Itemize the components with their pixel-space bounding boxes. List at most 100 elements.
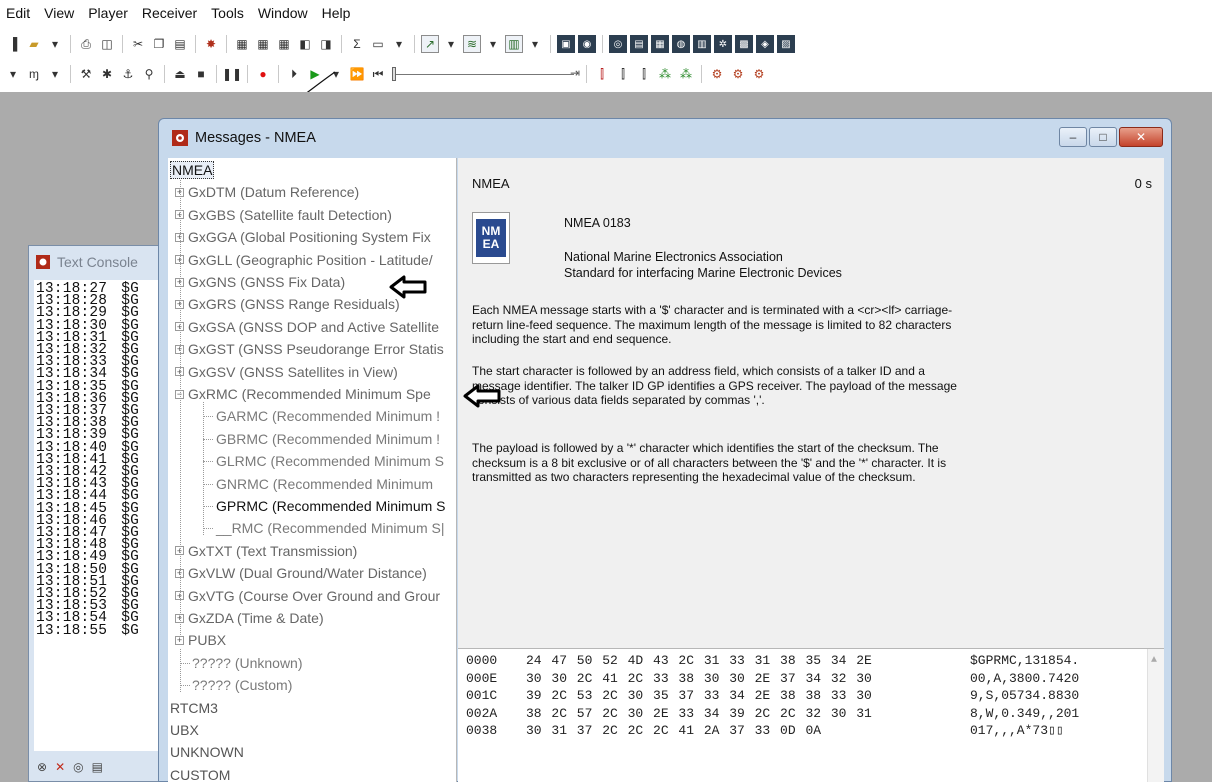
menu-receiver[interactable]: Receiver (142, 5, 197, 21)
scroll-up-icon[interactable]: ▲ (1151, 655, 1157, 666)
tree-child-item[interactable]: GBRMC (Recommended Minimum ! (216, 429, 440, 449)
settings-icon[interactable]: ◎ (73, 760, 83, 774)
tree-child-item[interactable]: ????? (Custom) (192, 675, 292, 695)
cold-icon[interactable]: ⫿ (635, 65, 653, 83)
docs3-icon[interactable]: ▦ (275, 35, 293, 53)
dark-view-icon[interactable]: ▣ (557, 35, 575, 53)
open-icon[interactable]: ▰ (25, 35, 43, 53)
hot-icon[interactable]: ⫿ (593, 65, 611, 83)
tree-root-item[interactable]: UNKNOWN (170, 742, 244, 762)
copy-icon[interactable]: ❐ (150, 35, 168, 53)
dropdown-icon[interactable]: ▾ (46, 35, 64, 53)
cut-icon[interactable]: ✂ (129, 35, 147, 53)
preview-icon[interactable]: ◫ (98, 35, 116, 53)
dark-view10-icon[interactable]: ◈ (756, 35, 774, 53)
dark-view8-icon[interactable]: ✲ (714, 35, 732, 53)
tool-icon[interactable]: ⚒ (77, 65, 95, 83)
record-icon[interactable]: ⊗ (37, 760, 47, 774)
dark-view2-icon[interactable]: ◉ (578, 35, 596, 53)
expand-icon[interactable]: + (175, 635, 184, 645)
dark-view4-icon[interactable]: ▤ (630, 35, 648, 53)
clear-icon[interactable]: ✕ (55, 760, 65, 774)
docs2-icon[interactable]: ▦ (254, 35, 272, 53)
menu-view[interactable]: View (44, 5, 74, 21)
menu-edit[interactable]: Edit (6, 5, 30, 21)
dropdown-icon[interactable]: ▾ (526, 35, 544, 53)
menu-help[interactable]: Help (322, 5, 351, 21)
gear-icon[interactable]: ⚙ (708, 65, 726, 83)
hex-dump-pane[interactable]: ▲ 0000 24 47 50 52 4D 43 2C 31 33 31 38 3… (458, 648, 1164, 782)
tree-item[interactable]: + GxVLW (Dual Ground/Water Distance) (175, 563, 427, 583)
tree-item[interactable]: + GxGGA (Global Positioning System Fix (175, 227, 431, 247)
tree-item[interactable]: + GxGSA (GNSS DOP and Active Satellite (175, 317, 439, 337)
dropdown-icon[interactable]: ▾ (484, 35, 502, 53)
fast-forward-icon[interactable]: ⏩ (348, 65, 366, 83)
dark-view6-icon[interactable]: ◍ (672, 35, 690, 53)
tree-item[interactable]: + GxGST (GNSS Pseudorange Error Statis (175, 339, 444, 359)
dropdown-icon[interactable]: ▾ (390, 35, 408, 53)
new-icon[interactable]: ▐ (4, 35, 22, 53)
tree-root-item[interactable]: RTCM3 (170, 698, 218, 718)
tree-item[interactable]: + GxTXT (Text Transmission) (175, 541, 357, 561)
dark-view7-icon[interactable]: ▥ (693, 35, 711, 53)
close-button[interactable]: ✕ (1119, 127, 1163, 147)
configure-icon[interactable]: ✸ (202, 35, 220, 53)
wave-icon[interactable]: ɱ (25, 65, 43, 83)
tree-child-item[interactable]: GARMC (Recommended Minimum ! (216, 406, 440, 426)
messages-titlebar[interactable]: Messages - NMEA (159, 119, 1171, 157)
chart3-icon[interactable]: ▥ (505, 35, 523, 53)
window-icon[interactable]: ▤ (92, 760, 103, 774)
skip-back-icon[interactable]: ⏮ (369, 65, 387, 83)
tree-child-item[interactable]: GNRMC (Recommended Minimum (216, 474, 433, 494)
panel-icon[interactable]: ▭ (369, 35, 387, 53)
view-split-icon[interactable]: ◧ (296, 35, 314, 53)
tree-child-item[interactable]: ????? (Unknown) (192, 653, 303, 673)
text-console-titlebar[interactable]: Text Console (29, 246, 177, 278)
dark-view3-icon[interactable]: ◎ (609, 35, 627, 53)
menu-window[interactable]: Window (258, 5, 308, 21)
print-icon[interactable]: ⎙ (77, 35, 95, 53)
view-panel-icon[interactable]: ◨ (317, 35, 335, 53)
tree-child-item[interactable]: GLRMC (Recommended Minimum S (216, 451, 444, 471)
tree-item[interactable]: + GxGRS (GNSS Range Residuals) (175, 294, 400, 314)
dropdown-icon[interactable]: ▾ (442, 35, 460, 53)
tree-root-item[interactable]: CUSTOM (170, 765, 230, 782)
tree-item[interactable]: + GxGLL (Geographic Position - Latitude/ (175, 250, 433, 270)
tree-item[interactable]: + GxGSV (GNSS Satellites in View) (175, 362, 398, 382)
tree-item[interactable]: + GxZDA (Time & Date) (175, 608, 324, 628)
text-console-body[interactable]: 13:18:27 $G 13:18:28 $G 13:18:29 $G 13:18:30 $G… (34, 280, 177, 751)
playback-slider[interactable]: ⇥ (390, 65, 580, 83)
slider-thumb[interactable] (392, 67, 396, 81)
menu-player[interactable]: Player (88, 5, 128, 21)
minimize-button[interactable]: ‒ (1059, 127, 1087, 147)
eject-icon[interactable]: ⏏ (171, 65, 189, 83)
tree-item[interactable]: − GxRMC (Recommended Minimum Spe (175, 384, 431, 404)
dropdown-icon[interactable]: ▾ (46, 65, 64, 83)
message-tree[interactable]: NMEA + GxDTM (Datum Reference) + GxGBS (Sate… (168, 158, 457, 782)
dropdown-icon[interactable]: ▾ (4, 65, 22, 83)
settings-icon[interactable]: ⁂ (656, 65, 674, 83)
tree-item[interactable]: + GxGBS (Satellite fault Detection) (175, 205, 392, 225)
dark-view11-icon[interactable]: ▨ (777, 35, 795, 53)
maximize-button[interactable]: □ (1089, 127, 1117, 147)
dark-view9-icon[interactable]: ▩ (735, 35, 753, 53)
chart2-icon[interactable]: ≋ (463, 35, 481, 53)
tree-child-item[interactable]: __RMC (Recommended Minimum S| (216, 518, 444, 538)
tree-item[interactable]: + GxVTG (Course Over Ground and Grour (175, 586, 440, 606)
hex-scrollbar[interactable]: ▲ (1147, 649, 1164, 782)
skip-end-icon[interactable]: ⇥ (570, 66, 580, 80)
tree-item[interactable]: + GxGNS (GNSS Fix Data) (175, 272, 345, 292)
chart-icon[interactable]: ↗ (421, 35, 439, 53)
tree-root-item[interactable]: UBX (170, 720, 199, 740)
gear2-icon[interactable]: ⚙ (729, 65, 747, 83)
menu-tools[interactable]: Tools (211, 5, 244, 21)
text-console-window[interactable]: Text Console 13:18:27 $G 13:18:28 $G 13:18:2… (28, 245, 178, 782)
tree-item[interactable]: + GxDTM (Datum Reference) (175, 182, 359, 202)
tree-item[interactable]: + PUBX (175, 630, 226, 650)
settings2-icon[interactable]: ⁂ (677, 65, 695, 83)
gear3-icon[interactable]: ⚙ (750, 65, 768, 83)
tree-child-item[interactable]: GPRMC (Recommended Minimum S (216, 496, 446, 516)
tree-root-nmea[interactable]: NMEA (170, 160, 215, 180)
docs-icon[interactable]: ▦ (233, 35, 251, 53)
dark-view5-icon[interactable]: ▦ (651, 35, 669, 53)
